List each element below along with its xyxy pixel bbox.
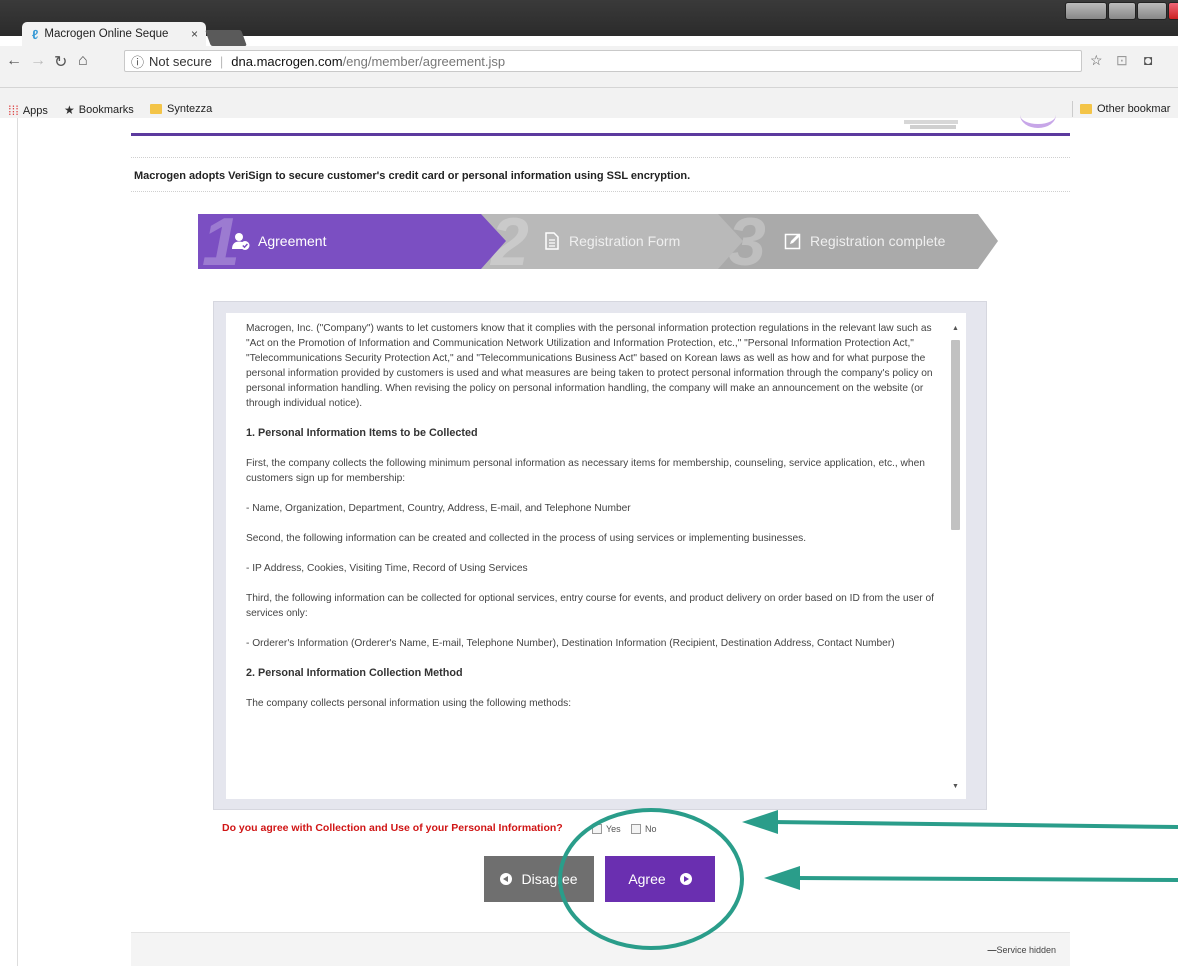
header-illustration-arc bbox=[1020, 102, 1056, 128]
dotted-divider bbox=[131, 191, 1070, 192]
other-bookmarks-folder-icon bbox=[1080, 104, 1092, 114]
bookmark-bookmarks-label: Bookmarks bbox=[78, 104, 134, 116]
cast-icon[interactable]: ◘ bbox=[1144, 52, 1152, 68]
tab-close-icon[interactable]: × bbox=[191, 27, 198, 41]
bookmark-apps-label: Apps bbox=[22, 104, 48, 117]
step-agreement: 1 Agreement bbox=[198, 214, 508, 269]
annotation-arrowhead bbox=[742, 810, 778, 834]
screen: ℓ Macrogen Online Seque × ← → ↻ ⌂ ⓘ Not … bbox=[0, 0, 1178, 966]
step-label: Registration complete bbox=[810, 233, 946, 249]
annotation-arrow-line bbox=[795, 876, 1178, 882]
consent-no-option[interactable]: No bbox=[631, 824, 657, 834]
folder-icon bbox=[150, 104, 162, 114]
step-label-wrap: Registration Form bbox=[543, 232, 680, 250]
disagree-button[interactable]: Disagree bbox=[484, 856, 594, 902]
registration-steps: 1 Agreement 2 Registration Form 3 Regist… bbox=[198, 214, 998, 269]
reload-icon[interactable]: ↻ bbox=[54, 52, 67, 72]
star-icon: ★ bbox=[64, 103, 75, 117]
header-divider bbox=[131, 133, 1070, 136]
address-separator: | bbox=[219, 53, 224, 69]
browser-toolbar: ← → ↻ ⌂ ⓘ Not secure | dna.macrogen.com … bbox=[0, 46, 1178, 88]
yes-checkbox[interactable] bbox=[592, 824, 602, 834]
bookmark-star-icon[interactable]: ☆ bbox=[1090, 52, 1103, 69]
agreement-scrollbar[interactable]: ▲ ▼ bbox=[947, 313, 964, 799]
close-window-button[interactable] bbox=[1168, 2, 1178, 20]
no-checkbox[interactable] bbox=[631, 824, 641, 834]
minimize-button[interactable] bbox=[1108, 2, 1136, 20]
bookmark-bookmarks[interactable]: ★ Bookmarks bbox=[64, 103, 134, 117]
edit-icon bbox=[784, 233, 801, 250]
yes-label: Yes bbox=[606, 824, 621, 834]
annotation-arrowhead bbox=[764, 866, 800, 890]
agree-label: Agree bbox=[628, 871, 666, 887]
step-label: Registration Form bbox=[569, 233, 681, 249]
extension-icon[interactable]: ⊡ bbox=[1116, 52, 1128, 69]
arrow-right-circle-icon bbox=[679, 873, 692, 885]
step-label-wrap: Registration complete bbox=[784, 232, 945, 250]
agreement-paragraph: - Orderer's Information (Orderer's Name,… bbox=[246, 638, 895, 649]
user-check-icon bbox=[232, 233, 250, 250]
agreement-heading: 1. Personal Information Items to be Coll… bbox=[246, 427, 478, 439]
step-registration-form: 2 Registration Form bbox=[481, 214, 746, 269]
header-illustration-shape bbox=[910, 125, 956, 129]
url-path: /eng/member/agreement.jsp bbox=[342, 53, 506, 69]
scrollbar-thumb[interactable] bbox=[951, 340, 960, 530]
step-registration-complete: 3 Registration complete bbox=[718, 214, 998, 269]
bookmarks-separator bbox=[1072, 101, 1073, 117]
bookmark-other[interactable]: Other bookmar bbox=[1080, 103, 1170, 115]
bookmark-syntezza[interactable]: Syntezza bbox=[150, 103, 212, 115]
ssl-notice: Macrogen adopts VeriSign to secure custo… bbox=[134, 170, 691, 182]
agreement-heading: 2. Personal Information Collection Metho… bbox=[246, 667, 463, 679]
address-bar[interactable]: ⓘ Not secure | dna.macrogen.com /eng/mem… bbox=[124, 50, 1082, 72]
agreement-paragraph: - Name, Organization, Department, Countr… bbox=[246, 503, 631, 514]
page-footer: —Service hidden bbox=[131, 932, 1070, 966]
step-label-wrap: Agreement bbox=[232, 232, 326, 250]
agreement-paragraph: - IP Address, Cookies, Visiting Time, Re… bbox=[246, 563, 528, 574]
scroll-down-arrow-icon[interactable]: ▼ bbox=[952, 783, 959, 790]
new-tab-button[interactable] bbox=[205, 30, 247, 46]
security-label: Not secure bbox=[149, 53, 212, 69]
header-illustration-shape bbox=[904, 120, 958, 124]
agreement-paragraph: Macrogen, Inc. ("Company") wants to let … bbox=[246, 323, 933, 409]
agreement-terms-box[interactable]: Macrogen, Inc. ("Company") wants to let … bbox=[226, 313, 966, 799]
maximize-button[interactable] bbox=[1137, 2, 1167, 20]
forward-arrow-icon[interactable]: → bbox=[30, 52, 46, 70]
no-label: No bbox=[645, 824, 657, 834]
agreement-paragraph: First, the company collects the followin… bbox=[246, 458, 925, 484]
tab-title: Macrogen Online Seque bbox=[44, 28, 169, 40]
home-icon[interactable]: ⌂ bbox=[78, 52, 88, 70]
agreement-text: Macrogen, Inc. ("Company") wants to let … bbox=[246, 321, 936, 726]
page-border bbox=[17, 118, 18, 966]
step-label: Agreement bbox=[258, 233, 327, 249]
other-bookmarks-label: Other bookmar bbox=[1097, 103, 1171, 115]
consent-yes-option[interactable]: Yes bbox=[592, 824, 621, 834]
dotted-divider bbox=[131, 157, 1070, 158]
window-extra-button[interactable] bbox=[1065, 2, 1107, 20]
service-hidden-label: Service hidden bbox=[996, 945, 1056, 955]
browser-tab[interactable]: ℓ Macrogen Online Seque × bbox=[22, 22, 206, 46]
bookmark-syntezza-label: Syntezza bbox=[167, 103, 213, 115]
arrow-left-circle-icon bbox=[500, 873, 513, 885]
url-domain: dna.macrogen.com bbox=[231, 53, 343, 69]
agree-button[interactable]: Agree bbox=[605, 856, 715, 902]
apps-grid-icon: ⁞⁞⁞ bbox=[8, 103, 19, 118]
annotation-arrow-line bbox=[771, 820, 1178, 829]
scroll-up-arrow-icon[interactable]: ▲ bbox=[952, 325, 959, 332]
service-hidden-link[interactable]: —Service hidden bbox=[987, 945, 1056, 955]
agreement-paragraph: Third, the following information can be … bbox=[246, 593, 935, 619]
agreement-panel: Macrogen, Inc. ("Company") wants to let … bbox=[213, 301, 987, 810]
agreement-paragraph: The company collects personal informatio… bbox=[246, 698, 572, 709]
agreement-paragraph: Second, the following information can be… bbox=[246, 533, 807, 544]
disagree-label: Disagree bbox=[521, 871, 578, 887]
consent-question: Do you agree with Collection and Use of … bbox=[222, 822, 563, 834]
macrogen-favicon-icon: ℓ bbox=[32, 26, 39, 42]
header-illustration bbox=[880, 118, 1060, 132]
info-icon[interactable]: ⓘ bbox=[131, 52, 144, 71]
bookmark-apps[interactable]: ⁞⁞⁞ Apps bbox=[8, 103, 48, 118]
back-arrow-icon[interactable]: ← bbox=[6, 52, 22, 70]
document-icon bbox=[545, 232, 559, 250]
